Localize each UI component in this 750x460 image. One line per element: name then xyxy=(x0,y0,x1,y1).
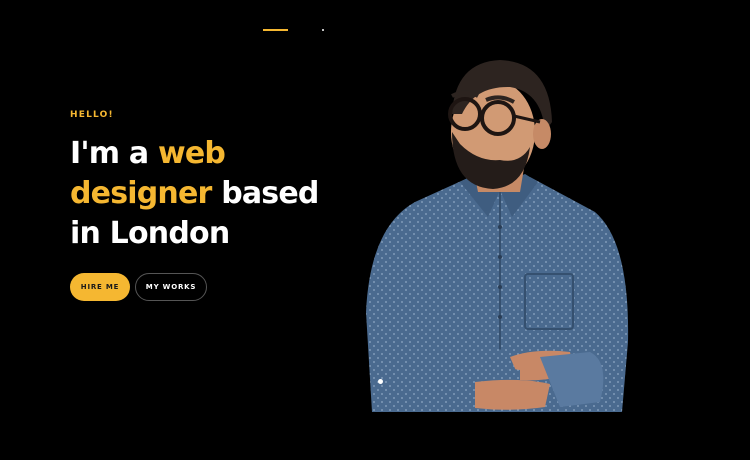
headline-accent-designer: designer xyxy=(70,176,212,211)
headline-text-3: in London xyxy=(70,216,230,251)
hero-headline: I'm a web designer based in London xyxy=(70,134,370,254)
hire-me-button[interactable]: HIRE ME xyxy=(70,273,130,301)
headline-text-1: I'm a xyxy=(70,136,158,171)
headline-text-2: based xyxy=(211,176,319,211)
nav-active-indicator xyxy=(263,29,288,31)
scroll-indicator-dot xyxy=(378,379,383,384)
hero-section: HELLO! I'm a web designer based in Londo… xyxy=(70,110,370,301)
my-works-button[interactable]: MY WORKS xyxy=(135,273,207,301)
hero-buttons: HIRE ME MY WORKS xyxy=(70,273,370,301)
nav-dot xyxy=(322,29,324,31)
hero-greeting: HELLO! xyxy=(70,110,114,120)
headline-accent-web: web xyxy=(157,136,226,171)
portrait-image xyxy=(366,60,629,412)
